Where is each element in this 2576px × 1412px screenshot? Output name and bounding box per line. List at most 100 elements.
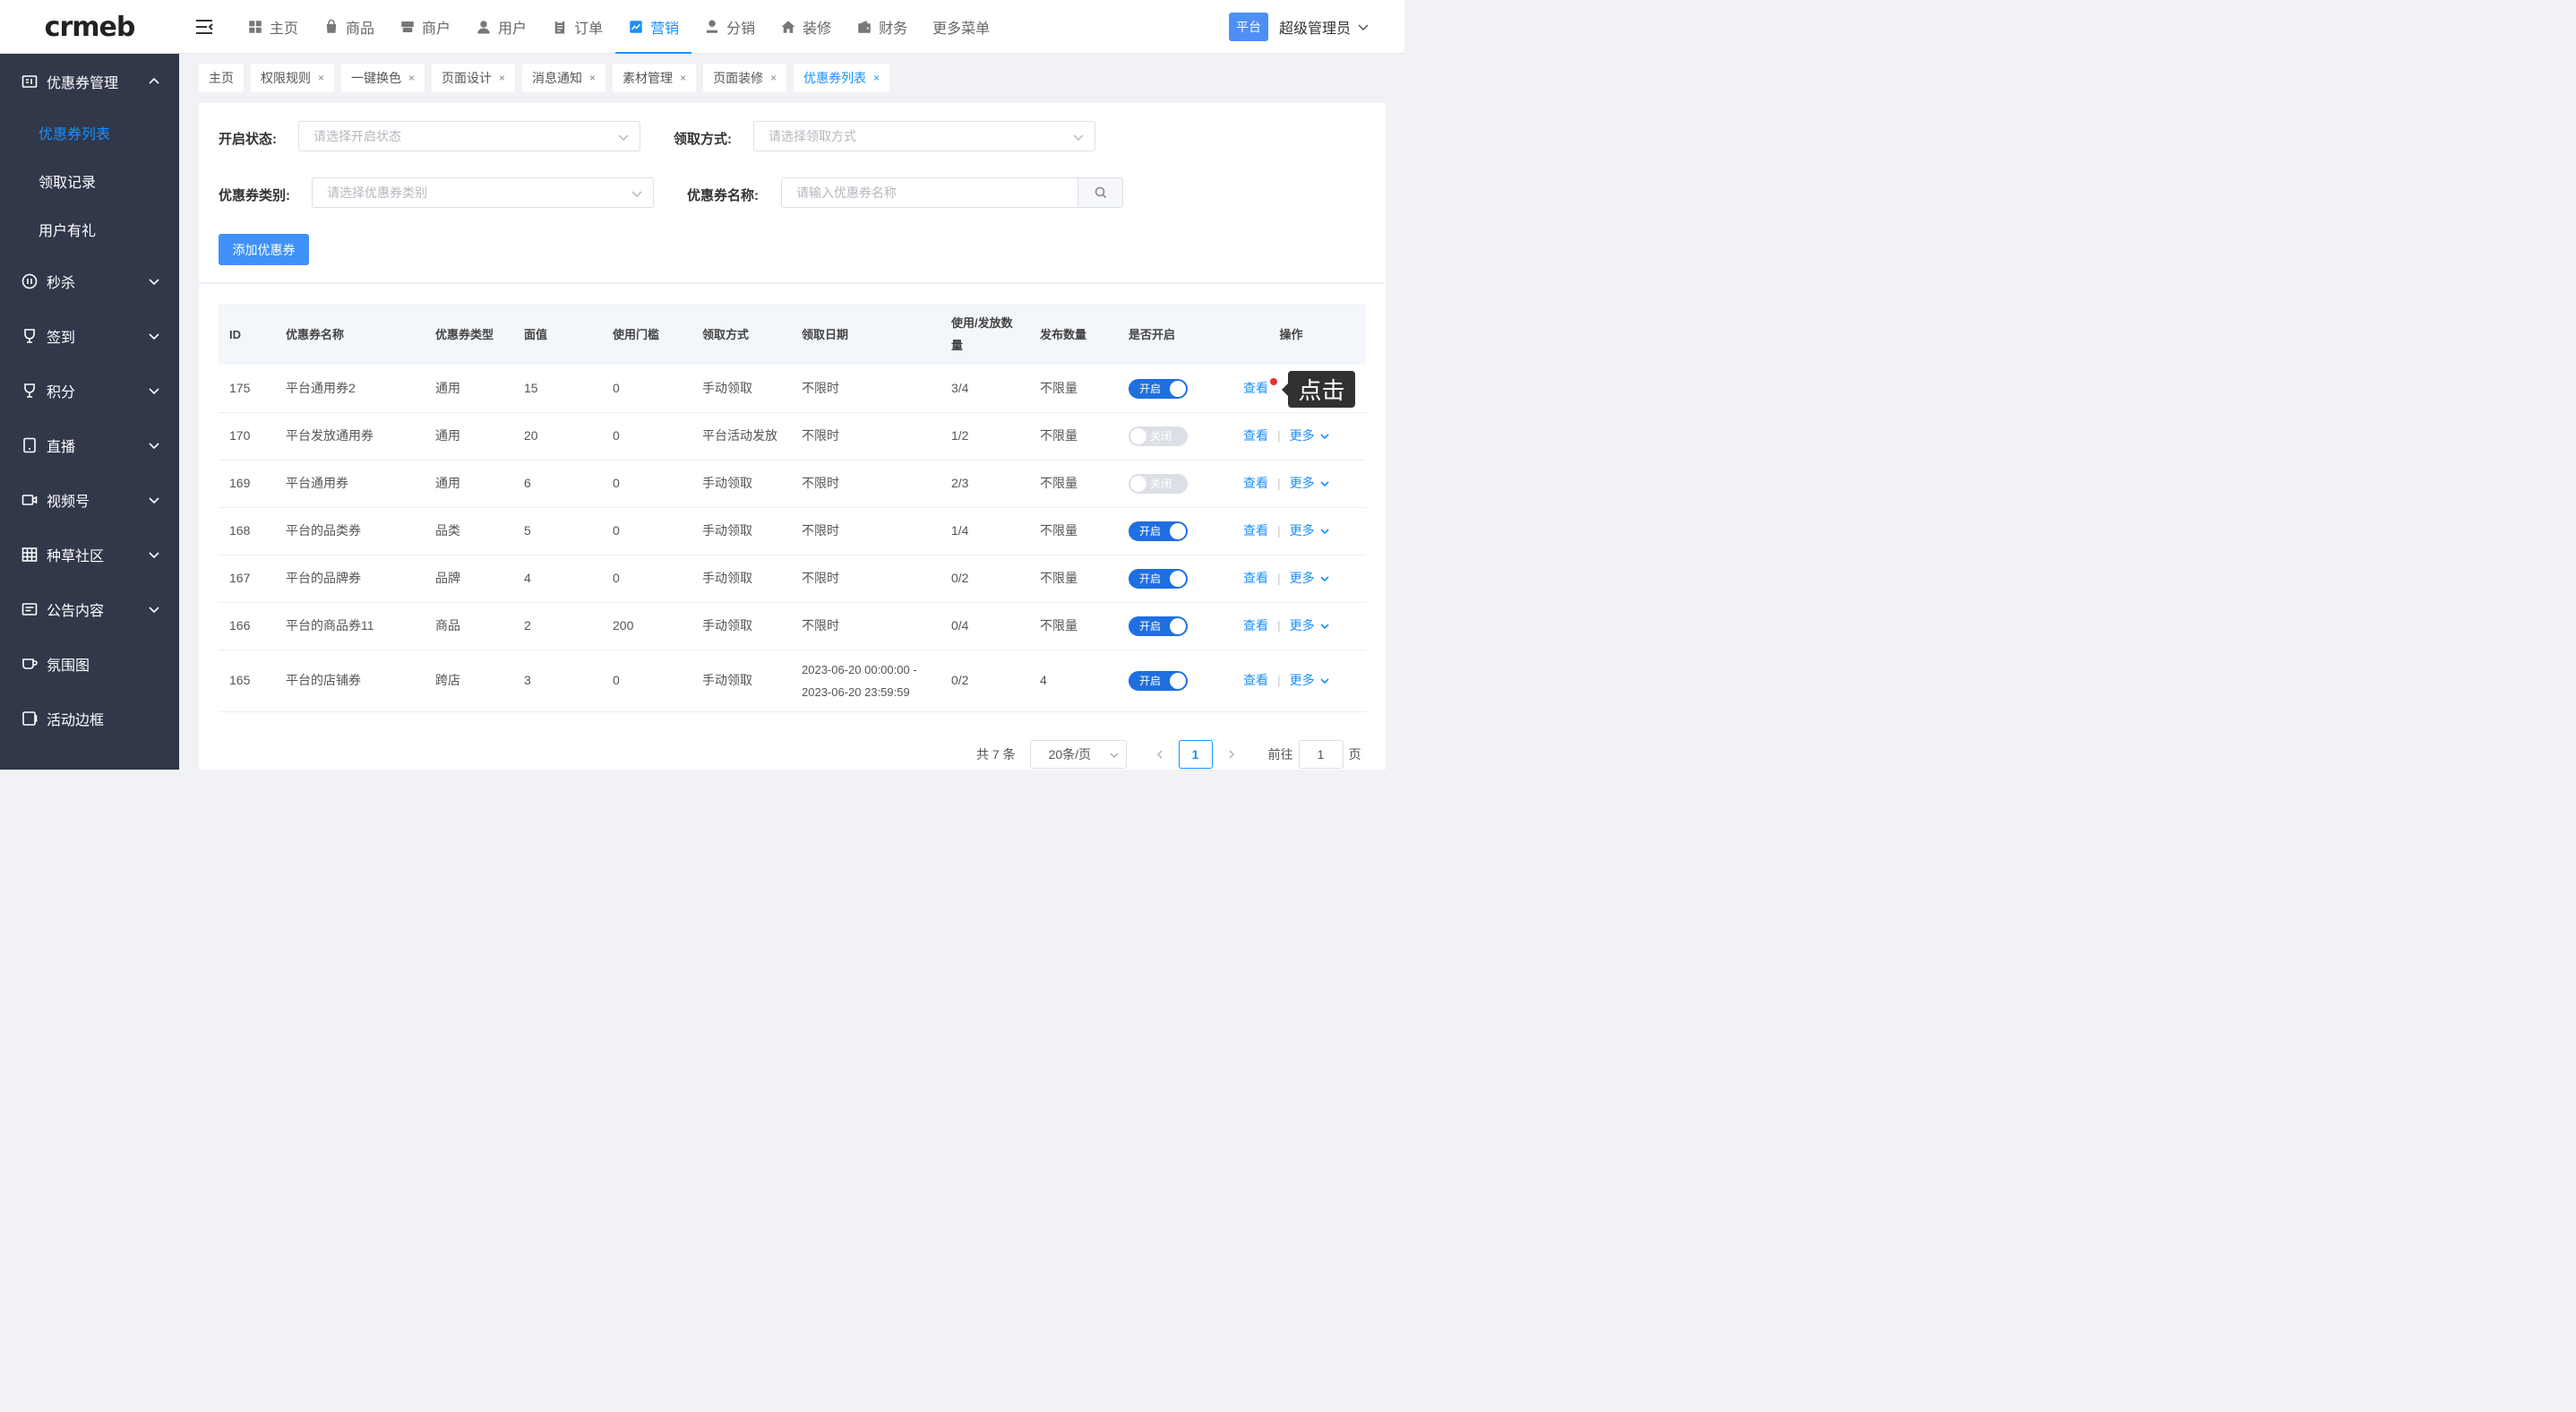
- goto-page-input[interactable]: [1298, 740, 1344, 769]
- cell-name: 平台的商品券11: [275, 602, 425, 650]
- click-tooltip: 点击: [1282, 371, 1355, 408]
- next-page-button[interactable]: [1218, 750, 1245, 759]
- chevron-down-icon: [1320, 623, 1329, 629]
- page-size-value: 20条/页: [1048, 747, 1092, 762]
- tab-theme-color[interactable]: 一键换色 ×: [341, 64, 425, 92]
- more-label: 更多: [1289, 523, 1315, 538]
- more-dropdown[interactable]: 更多: [1290, 567, 1329, 590]
- tab-home[interactable]: 主页: [199, 64, 244, 92]
- logo[interactable]: crmeb: [0, 0, 179, 54]
- nav-item-orders[interactable]: 订单: [539, 0, 615, 54]
- close-icon[interactable]: ×: [318, 72, 324, 84]
- close-icon[interactable]: ×: [499, 72, 505, 84]
- view-link[interactable]: 查看: [1243, 523, 1268, 538]
- admin-dropdown[interactable]: 超级管理员: [1279, 16, 1369, 38]
- sidebar-group-points[interactable]: 积分: [0, 363, 179, 418]
- method-filter-label: 领取方式:: [674, 132, 732, 147]
- chevron-down-icon: [1320, 433, 1329, 439]
- sidebar-group-live[interactable]: 直播: [0, 418, 179, 472]
- nav-item-decoration[interactable]: 装修: [768, 0, 844, 54]
- tab-page-decoration[interactable]: 页面装修 ×: [703, 64, 787, 92]
- tab-page-design[interactable]: 页面设计 ×: [432, 64, 516, 92]
- distribution-icon: [707, 20, 718, 33]
- sidebar-group-announcements[interactable]: 公告内容: [0, 581, 179, 636]
- close-icon[interactable]: ×: [770, 72, 777, 84]
- view-link[interactable]: 查看: [1243, 428, 1268, 443]
- tab-permission-rules[interactable]: 权限规则 ×: [251, 64, 335, 92]
- view-link[interactable]: 查看: [1243, 476, 1268, 490]
- sidebar-item-user-gifts[interactable]: 用户有礼: [0, 205, 179, 254]
- nav-item-marketing[interactable]: 营销: [615, 0, 692, 54]
- status-select[interactable]: 请选择开启状态: [298, 121, 640, 151]
- more-dropdown[interactable]: 更多: [1290, 669, 1329, 692]
- table-row: 175 平台通用券2 通用 15 0 手动领取 不限时 3/4 不限量 开启 查…: [219, 365, 1366, 413]
- prev-page-button[interactable]: [1146, 750, 1173, 759]
- chevron-down-icon: [149, 387, 159, 394]
- method-select[interactable]: 请选择领取方式: [753, 121, 1095, 151]
- view-link[interactable]: 查看: [1243, 618, 1268, 633]
- coupon-table: ID 优惠券名称 优惠券类型 面值 使用门槛 领取方式 领取日期 使用/发放数量…: [219, 304, 1366, 712]
- sidebar-group-sign-in[interactable]: 签到: [0, 308, 179, 363]
- enable-switch[interactable]: 开启: [1129, 569, 1188, 590]
- tab-label: 页面设计: [442, 71, 493, 85]
- tab-coupon-list[interactable]: 优惠券列表 ×: [794, 64, 890, 92]
- more-dropdown[interactable]: 更多: [1290, 520, 1329, 542]
- nav-item-users[interactable]: 用户: [463, 0, 539, 54]
- tab-label: 权限规则: [261, 71, 311, 85]
- nav-item-distribution[interactable]: 分销: [691, 0, 768, 54]
- enable-switch[interactable]: 开启: [1129, 616, 1188, 637]
- more-dropdown[interactable]: 更多: [1290, 425, 1329, 447]
- view-link[interactable]: 查看: [1243, 381, 1268, 395]
- cell-date: 不限时: [791, 412, 940, 461]
- sidebar-group-activity-frame[interactable]: 活动边框: [0, 691, 179, 745]
- nav-item-home[interactable]: 主页: [235, 0, 311, 54]
- sidebar-group-label: 视频号: [47, 494, 90, 510]
- enable-switch[interactable]: 开启: [1129, 379, 1188, 400]
- sidebar-group-coupon-management[interactable]: 优惠券管理: [0, 54, 179, 108]
- add-coupon-button[interactable]: 添加优惠券: [219, 234, 309, 265]
- menu-fold-icon[interactable]: [193, 16, 215, 38]
- chevron-down-icon: [1320, 677, 1329, 684]
- sidebar-item-coupon-list[interactable]: 优惠券列表: [0, 108, 179, 157]
- chevron-down-icon: [618, 134, 629, 142]
- sidebar-group-flash-sale[interactable]: 秒杀: [0, 254, 179, 308]
- close-icon[interactable]: ×: [680, 72, 686, 84]
- nav-label: 商户: [422, 22, 451, 37]
- name-search-box: [781, 177, 1123, 208]
- nav-item-more-menu[interactable]: 更多菜单: [920, 0, 1002, 54]
- sidebar-group-community[interactable]: 种草社区: [0, 527, 179, 581]
- sidebar-group-atmosphere[interactable]: 氛围图: [0, 636, 179, 691]
- enable-switch[interactable]: 开启: [1129, 671, 1188, 692]
- close-icon[interactable]: ×: [408, 72, 415, 84]
- enable-switch[interactable]: 关闭: [1129, 426, 1188, 447]
- category-select[interactable]: 请选择优惠券类别: [312, 177, 654, 208]
- bag-icon: [326, 19, 337, 33]
- page-suffix: 页: [1348, 747, 1361, 762]
- close-icon[interactable]: ×: [589, 72, 596, 84]
- sidebar-item-claim-records[interactable]: 领取记录: [0, 157, 179, 205]
- close-icon[interactable]: ×: [873, 72, 880, 84]
- nav-item-products[interactable]: 商品: [311, 0, 387, 54]
- name-search-input[interactable]: [782, 178, 1078, 207]
- enable-switch[interactable]: 关闭: [1129, 474, 1188, 495]
- cell-value: 4: [513, 555, 602, 603]
- view-link[interactable]: 查看: [1243, 673, 1268, 687]
- page-number-current[interactable]: 1: [1178, 740, 1213, 769]
- view-link[interactable]: 查看: [1243, 571, 1268, 585]
- sidebar-group-video-channel[interactable]: 视频号: [0, 472, 179, 527]
- nav-item-finance[interactable]: 财务: [844, 0, 920, 54]
- cell-enabled: 关闭: [1118, 412, 1216, 461]
- search-button[interactable]: [1078, 178, 1122, 207]
- status-filter-label: 开启状态:: [219, 132, 277, 147]
- filter-panel: 开启状态: 请选择开启状态 领取方式: 请选择领取方式 优惠券类别: 请选择优惠…: [199, 103, 1386, 282]
- tab-materials[interactable]: 素材管理 ×: [613, 64, 697, 92]
- wallet-icon: [858, 21, 871, 33]
- nav-item-merchants[interactable]: 商户: [387, 0, 463, 54]
- enable-switch[interactable]: 开启: [1129, 521, 1188, 542]
- page-size-select[interactable]: 20条/页: [1029, 740, 1127, 769]
- cell-value: 6: [513, 460, 602, 508]
- more-dropdown[interactable]: 更多: [1290, 615, 1329, 637]
- more-dropdown[interactable]: 更多: [1290, 472, 1329, 495]
- switch-label: 开启: [1139, 675, 1162, 688]
- tab-notifications[interactable]: 消息通知 ×: [522, 64, 606, 92]
